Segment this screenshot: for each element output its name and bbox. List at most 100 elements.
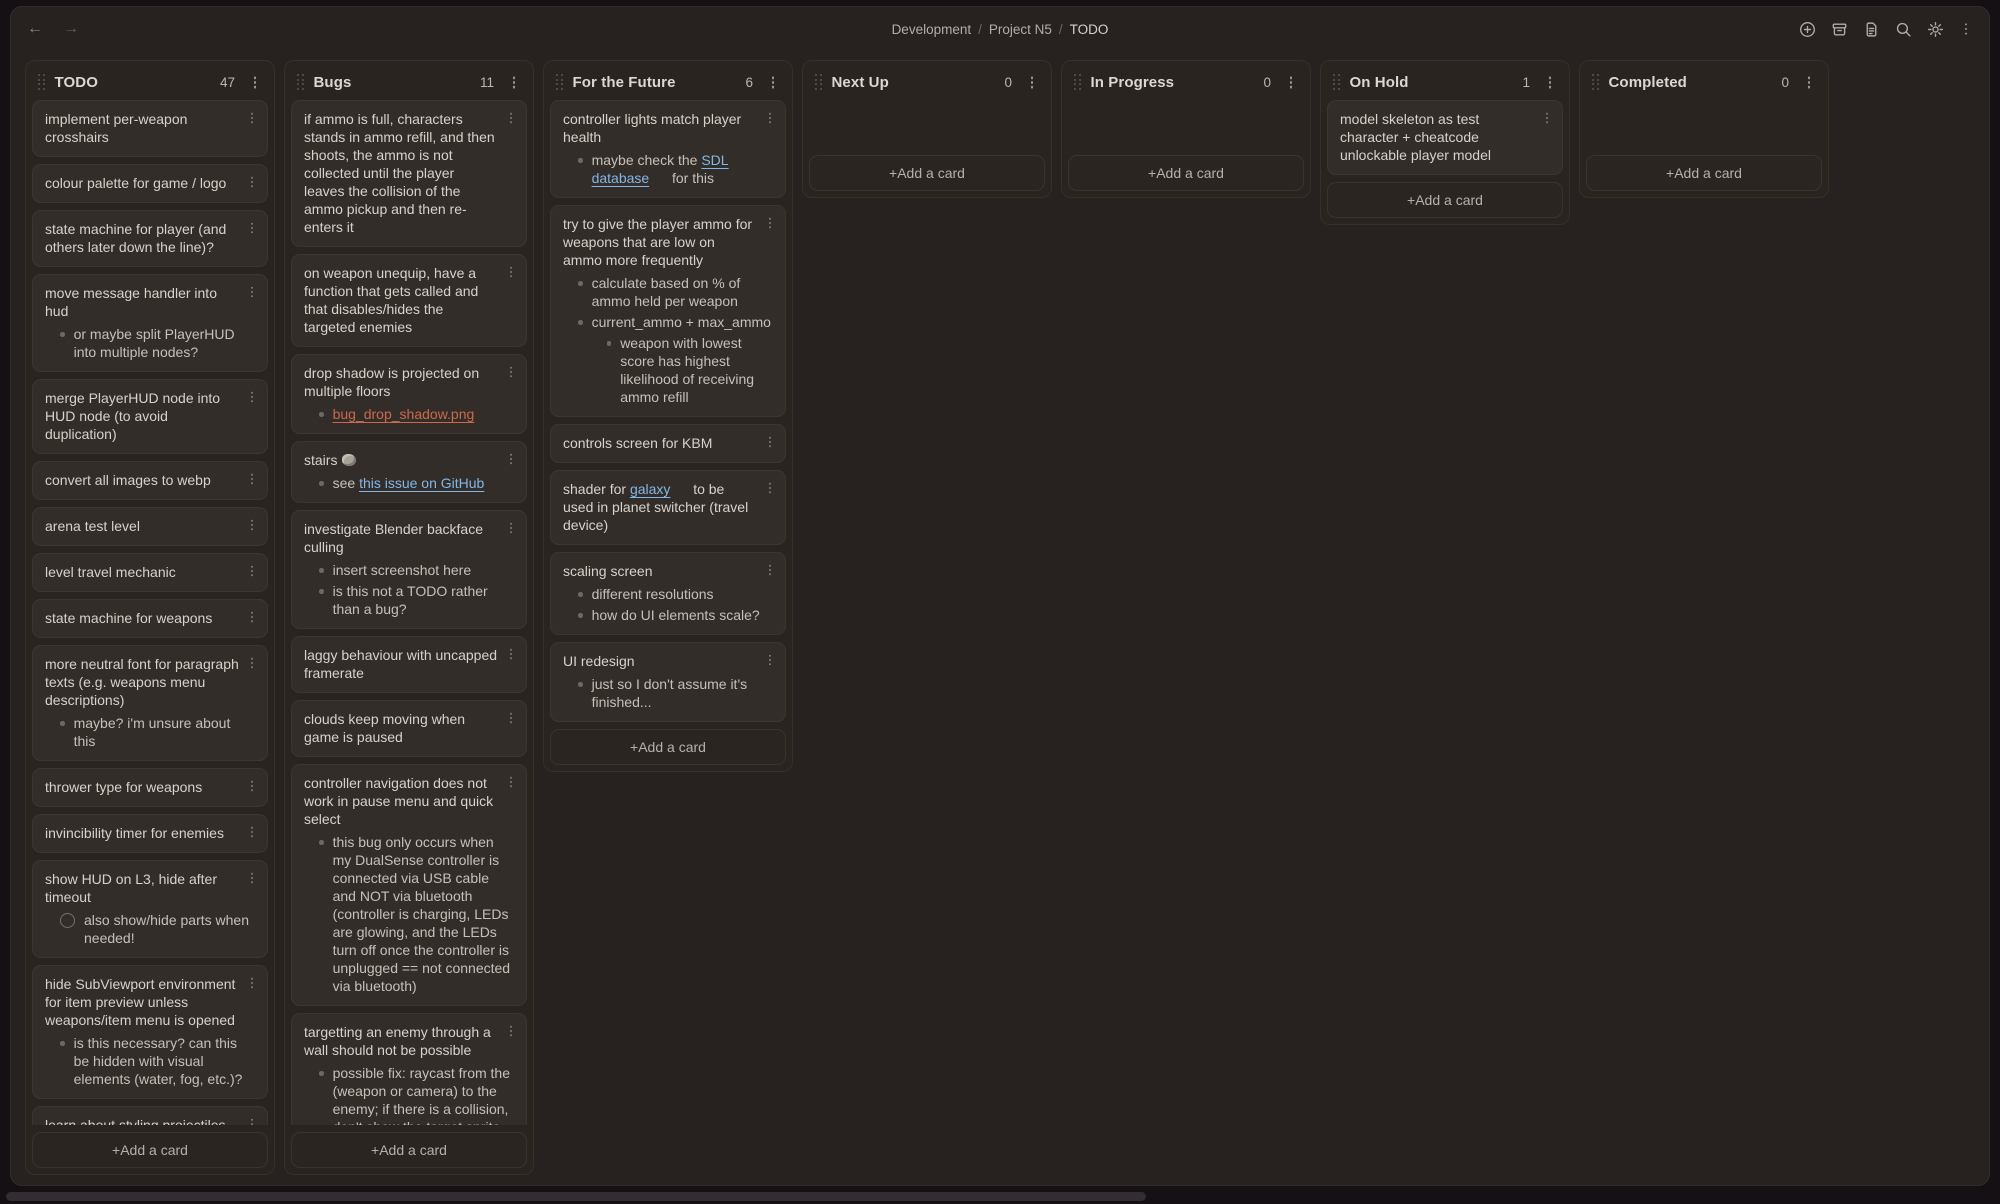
- card-menu-icon[interactable]: [504, 520, 518, 536]
- card[interactable]: clouds keep moving when game is paused: [291, 700, 527, 757]
- card[interactable]: convert all images to webp: [32, 461, 268, 500]
- card[interactable]: more neutral font for paragraph texts (e…: [32, 645, 268, 761]
- card-menu-icon[interactable]: [245, 609, 259, 625]
- topbar-overflow-menu-icon[interactable]: [1959, 21, 1973, 37]
- card[interactable]: model skeleton as test character + cheat…: [1327, 100, 1563, 175]
- card[interactable]: level travel mechanic: [32, 553, 268, 592]
- card-menu-icon[interactable]: [245, 870, 259, 886]
- add-card-button[interactable]: +Add a card: [1586, 155, 1822, 191]
- column-menu-icon[interactable]: [248, 75, 262, 91]
- card-link[interactable]: bug_drop_shadow.png: [333, 406, 475, 422]
- card[interactable]: controller navigation does not work in p…: [291, 764, 527, 1006]
- card-menu-icon[interactable]: [245, 284, 259, 300]
- add-circle-icon[interactable]: [1799, 21, 1816, 38]
- card[interactable]: show HUD on L3, hide after timeoutalso s…: [32, 860, 268, 958]
- card-menu-icon[interactable]: [245, 220, 259, 236]
- archive-icon[interactable]: [1831, 21, 1848, 38]
- card-menu-icon[interactable]: [504, 710, 518, 726]
- card[interactable]: investigate Blender backface cullinginse…: [291, 510, 527, 629]
- card[interactable]: laggy behaviour with uncapped framerate: [291, 636, 527, 693]
- card[interactable]: stairssee this issue on GitHub: [291, 441, 527, 503]
- document-icon[interactable]: [1863, 21, 1880, 38]
- column-menu-icon[interactable]: [766, 75, 780, 91]
- card[interactable]: move message handler into hudor maybe sp…: [32, 274, 268, 372]
- card-menu-icon[interactable]: [763, 110, 777, 126]
- drag-handle-icon[interactable]: [38, 74, 46, 91]
- add-card-button[interactable]: +Add a card: [809, 155, 1045, 191]
- card-menu-icon[interactable]: [245, 563, 259, 579]
- card-menu-icon[interactable]: [504, 646, 518, 662]
- breadcrumb-item[interactable]: Development: [892, 22, 972, 37]
- drag-handle-icon[interactable]: [815, 74, 823, 91]
- card[interactable]: try to give the player ammo for weapons …: [550, 205, 786, 417]
- card-menu-icon[interactable]: [245, 778, 259, 794]
- card-menu-icon[interactable]: [504, 1023, 518, 1039]
- settings-gear-icon[interactable]: [1927, 21, 1944, 38]
- card-menu-icon[interactable]: [245, 655, 259, 671]
- add-card-button[interactable]: +Add a card: [291, 1132, 527, 1168]
- back-arrow-icon[interactable]: ←: [27, 21, 43, 37]
- horizontal-scrollbar[interactable]: [6, 1192, 1146, 1201]
- card[interactable]: colour palette for game / logo: [32, 164, 268, 203]
- card-menu-icon[interactable]: [245, 517, 259, 533]
- card[interactable]: drop shadow is projected on multiple flo…: [291, 354, 527, 434]
- card-menu-icon[interactable]: [504, 774, 518, 790]
- column-menu-icon[interactable]: [1802, 75, 1816, 91]
- breadcrumb-item[interactable]: TODO: [1070, 22, 1109, 37]
- forward-arrow-icon[interactable]: →: [63, 21, 79, 37]
- card[interactable]: UI redesignjust so I don't assume it's f…: [550, 642, 786, 722]
- add-card-button[interactable]: +Add a card: [550, 729, 786, 765]
- card-menu-icon[interactable]: [245, 824, 259, 840]
- card-menu-icon[interactable]: [763, 434, 777, 450]
- card-menu-icon[interactable]: [245, 110, 259, 126]
- column-menu-icon[interactable]: [1284, 75, 1298, 91]
- breadcrumb-item[interactable]: Project N5: [989, 22, 1052, 37]
- card[interactable]: learn about styling projectileslook at I…: [32, 1106, 268, 1125]
- card-menu-icon[interactable]: [763, 652, 777, 668]
- search-icon[interactable]: [1895, 21, 1912, 38]
- card[interactable]: implement per-weapon crosshairs: [32, 100, 268, 157]
- card-menu-icon[interactable]: [1540, 110, 1554, 126]
- drag-handle-icon[interactable]: [1592, 74, 1600, 91]
- card[interactable]: if ammo is full, characters stands in am…: [291, 100, 527, 247]
- card-menu-icon[interactable]: [763, 215, 777, 231]
- card[interactable]: arena test level: [32, 507, 268, 546]
- card[interactable]: merge PlayerHUD node into HUD node (to a…: [32, 379, 268, 454]
- card-menu-icon[interactable]: [504, 264, 518, 280]
- card[interactable]: targetting an enemy through a wall shoul…: [291, 1013, 527, 1125]
- add-card-button[interactable]: +Add a card: [1068, 155, 1304, 191]
- add-card-button[interactable]: +Add a card: [1327, 182, 1563, 218]
- drag-handle-icon[interactable]: [556, 74, 564, 91]
- card-menu-icon[interactable]: [245, 975, 259, 991]
- card[interactable]: thrower type for weapons: [32, 768, 268, 807]
- card[interactable]: hide SubViewport environment for item pr…: [32, 965, 268, 1099]
- card[interactable]: scaling screendifferent resolutionshow d…: [550, 552, 786, 635]
- card-menu-icon[interactable]: [763, 562, 777, 578]
- column-menu-icon[interactable]: [1543, 75, 1557, 91]
- card[interactable]: controller lights match player healthmay…: [550, 100, 786, 198]
- add-card-button[interactable]: +Add a card: [32, 1132, 268, 1168]
- column-menu-icon[interactable]: [1025, 75, 1039, 91]
- card-menu-icon[interactable]: [504, 364, 518, 380]
- card-menu-icon[interactable]: [504, 110, 518, 126]
- card-menu-icon[interactable]: [504, 451, 518, 467]
- card[interactable]: on weapon unequip, have a function that …: [291, 254, 527, 347]
- drag-handle-icon[interactable]: [297, 74, 305, 91]
- card-menu-icon[interactable]: [763, 480, 777, 496]
- checkbox-circle-icon[interactable]: [60, 913, 75, 928]
- card-menu-icon[interactable]: [245, 174, 259, 190]
- card-link[interactable]: galaxy: [630, 481, 670, 497]
- card-menu-icon[interactable]: [245, 389, 259, 405]
- card-menu-icon[interactable]: [245, 471, 259, 487]
- column-header: For the Future 6: [550, 67, 786, 100]
- column-menu-icon[interactable]: [507, 75, 521, 91]
- card-link[interactable]: this issue on GitHub: [359, 475, 484, 491]
- card[interactable]: state machine for weapons: [32, 599, 268, 638]
- card-menu-icon[interactable]: [245, 1116, 259, 1125]
- card[interactable]: controls screen for KBM: [550, 424, 786, 463]
- card[interactable]: state machine for player (and others lat…: [32, 210, 268, 267]
- drag-handle-icon[interactable]: [1333, 74, 1341, 91]
- drag-handle-icon[interactable]: [1074, 74, 1082, 91]
- card[interactable]: shader for galaxy to be used in planet s…: [550, 470, 786, 545]
- card[interactable]: invincibility timer for enemies: [32, 814, 268, 853]
